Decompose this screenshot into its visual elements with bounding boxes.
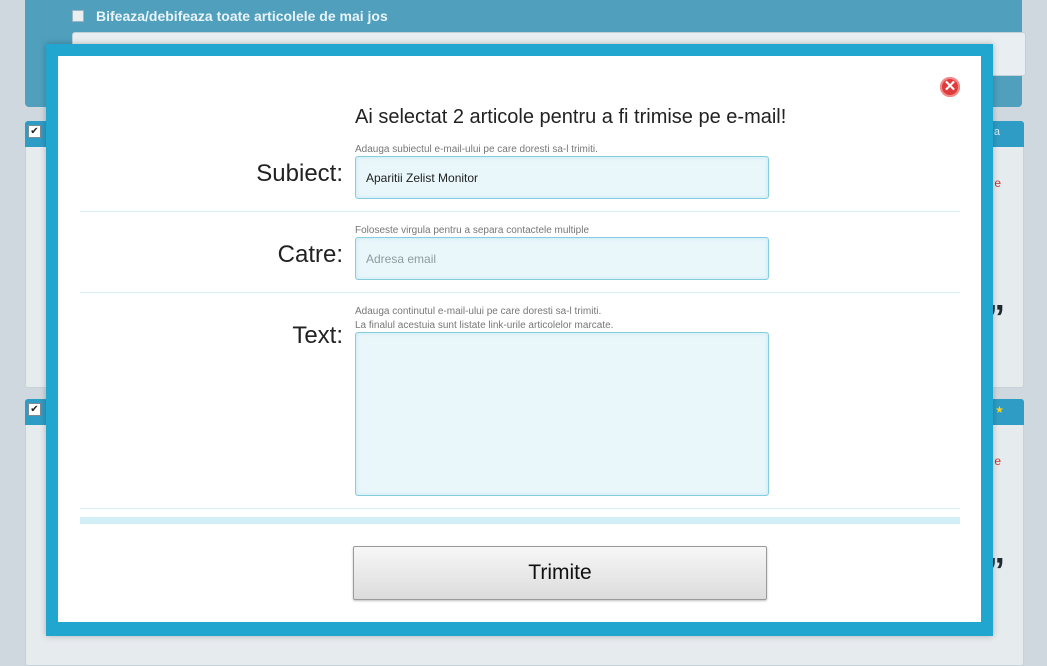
article-side-link[interactable]: e: [994, 454, 1001, 468]
select-all-row[interactable]: Bifeaza/debifeaza toate articolele de ma…: [72, 8, 388, 24]
modal-title: Ai selectat 2 articole pentru a fi trimi…: [355, 106, 787, 128]
text-hint-line: Adauga continutul e-mail-ului pe care do…: [355, 306, 602, 317]
to-label: Catre:: [277, 241, 343, 268]
send-button[interactable]: Trimite: [353, 546, 767, 600]
email-field[interactable]: [355, 237, 769, 280]
divider: [80, 211, 960, 212]
text-hint: Adauga continutul e-mail-ului pe care do…: [355, 305, 613, 333]
select-all-label: Bifeaza/debifeaza toate articolele de ma…: [96, 8, 388, 24]
subject-hint: Adauga subiectul e-mail-ului pe care dor…: [355, 144, 598, 155]
subject-input[interactable]: [355, 156, 769, 199]
text-label: Text:: [292, 322, 343, 349]
email-modal: ✕ Ai selectat 2 articole pentru a fi tri…: [46, 44, 993, 636]
article-header-link[interactable]: a: [994, 126, 1000, 138]
divider: [80, 292, 960, 293]
text-hint-line: La finalul acestuia sunt listate link-ur…: [355, 320, 614, 331]
star-icon: ★: [995, 405, 1004, 416]
article-checkbox[interactable]: ✔: [28, 403, 41, 416]
to-hint: Foloseste virgula pentru a separa contac…: [355, 225, 590, 236]
select-all-checkbox[interactable]: [72, 10, 84, 22]
close-icon[interactable]: ✕: [940, 77, 960, 97]
email-modal-body: ✕ Ai selectat 2 articole pentru a fi tri…: [58, 56, 981, 622]
article-side-link[interactable]: e: [994, 176, 1001, 190]
section-divider: [80, 517, 960, 524]
divider: [80, 508, 960, 509]
article-checkbox[interactable]: ✔: [28, 125, 41, 138]
subject-label: Subiect:: [256, 160, 343, 187]
message-textarea[interactable]: [355, 332, 769, 496]
